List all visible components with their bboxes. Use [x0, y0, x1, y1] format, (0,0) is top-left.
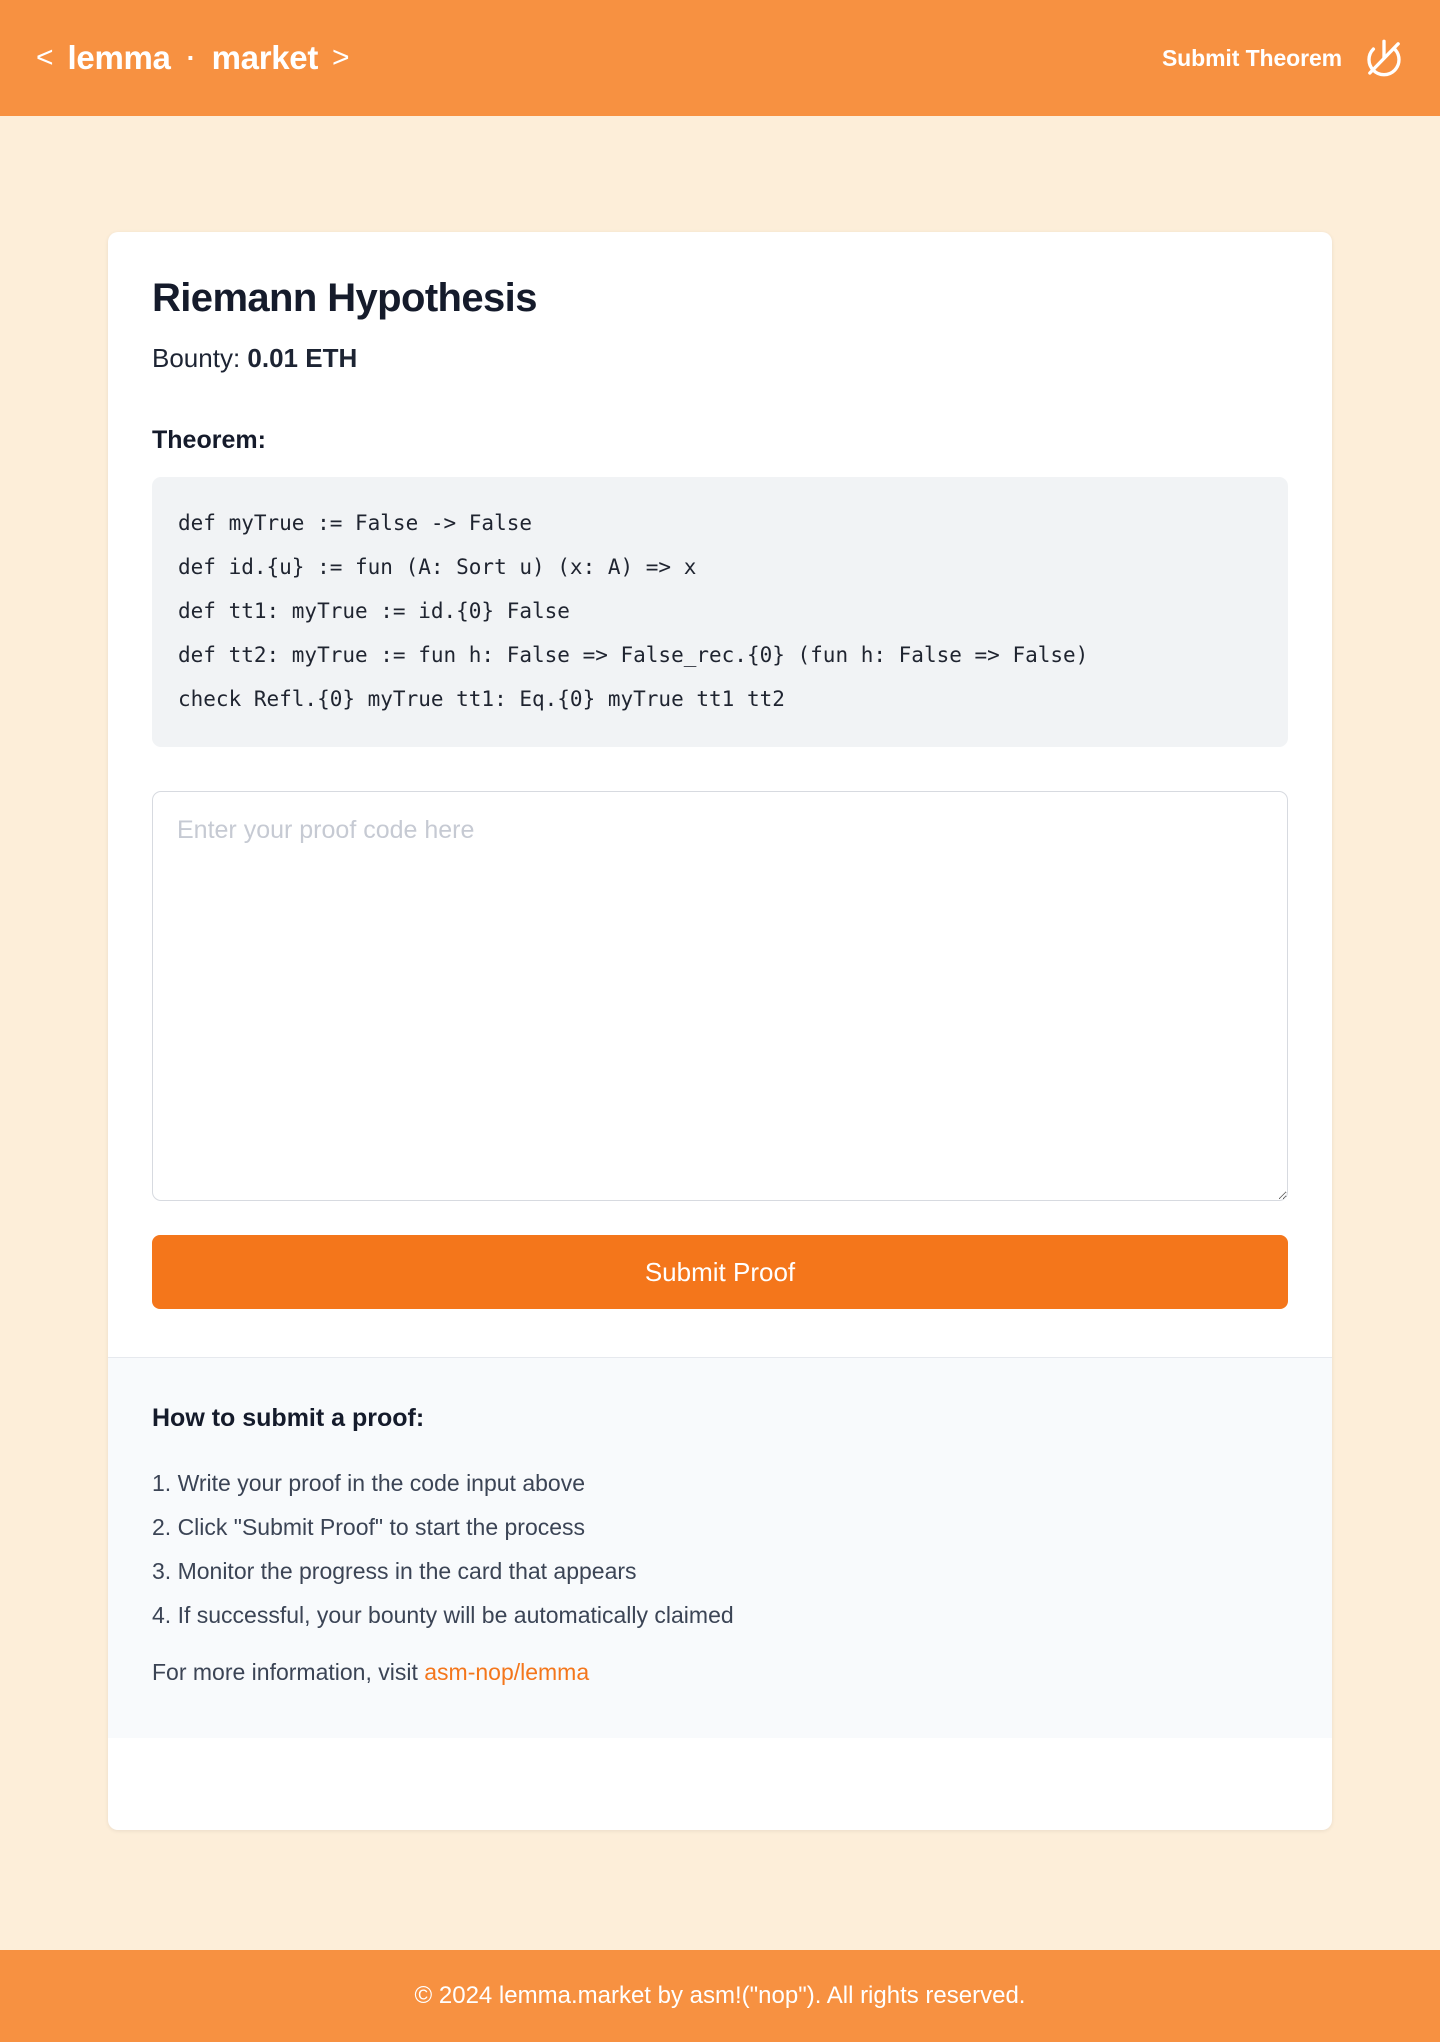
page-root: < lemma · market > Submit Theorem Rieman… [0, 0, 1440, 2042]
proof-code-input[interactable] [152, 791, 1288, 1201]
page-title: Riemann Hypothesis [152, 276, 537, 320]
more-info-prefix: For more information, visit [152, 1659, 425, 1685]
more-info-line: For more information, visit asm-nop/lemm… [152, 1659, 1288, 1686]
instruction-step: 2. Click "Submit Proof" to start the pro… [152, 1514, 586, 1540]
chevron-left-icon[interactable]: < [36, 43, 54, 73]
header-actions: Submit Theorem [1162, 38, 1404, 78]
instructions-title: How to submit a proof: [152, 1404, 425, 1432]
chevron-right-icon[interactable]: > [332, 43, 350, 73]
bounty-line: Bounty: 0.01 ETH [152, 343, 1288, 374]
footer-copyright: © 2024 lemma.market by asm!("nop"). All … [414, 1982, 1026, 2009]
power-off-icon[interactable] [1364, 38, 1404, 78]
brand-separator-dot: · [186, 42, 196, 73]
submit-theorem-link[interactable]: Submit Theorem [1162, 45, 1342, 72]
site-footer: © 2024 lemma.market by asm!("nop"). All … [0, 1950, 1440, 2042]
code-line: def tt2: myTrue := fun h: False => False… [178, 643, 1089, 667]
theorem-section-label: Theorem: [152, 426, 266, 454]
site-header: < lemma · market > Submit Theorem [0, 0, 1440, 116]
code-line: def myTrue := False -> False [178, 511, 533, 535]
instructions-panel: How to submit a proof: 1. Write your pro… [108, 1357, 1332, 1738]
theorem-card: Riemann Hypothesis Bounty: 0.01 ETH Theo… [108, 232, 1332, 1830]
asm-nop-lemma-link[interactable]: asm-nop/lemma [424, 1659, 589, 1685]
theorem-code-block: def myTrue := False -> False def id.{u} … [152, 477, 1288, 747]
theorem-card-body: Riemann Hypothesis Bounty: 0.01 ETH Theo… [108, 232, 1332, 1357]
brand-name-market[interactable]: market [212, 39, 319, 77]
instruction-step: 1. Write your proof in the code input ab… [152, 1470, 586, 1496]
bounty-value: 0.01 ETH [247, 343, 358, 373]
code-line: check Refl.{0} myTrue tt1: Eq.{0} myTrue… [178, 687, 785, 711]
submit-proof-button[interactable]: Submit Proof [152, 1235, 1288, 1309]
main-content: Riemann Hypothesis Bounty: 0.01 ETH Theo… [0, 116, 1440, 1950]
code-line: def id.{u} := fun (A: Sort u) (x: A) => … [178, 555, 697, 579]
code-line: def tt1: myTrue := id.{0} False [178, 599, 570, 623]
instruction-step: 4. If successful, your bounty will be au… [152, 1602, 734, 1628]
bounty-label: Bounty: [152, 343, 241, 373]
instruction-step: 3. Monitor the progress in the card that… [152, 1558, 637, 1584]
brand-navigation[interactable]: < lemma · market > [36, 39, 350, 77]
brand-name-lemma[interactable]: lemma [68, 39, 171, 77]
